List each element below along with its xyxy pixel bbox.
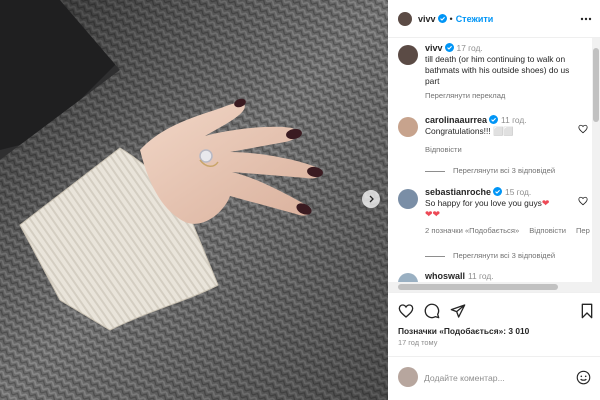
comment-text: Congratulations!!! ⬜⬜ bbox=[425, 126, 514, 136]
verified-badge-icon bbox=[444, 43, 454, 52]
comment-username[interactable]: whoswall bbox=[425, 271, 465, 281]
emoji-icon[interactable] bbox=[576, 370, 591, 385]
caption-text: till death (or him continuing to walk on… bbox=[425, 54, 570, 86]
comment-username[interactable]: sebastianroche bbox=[425, 187, 491, 197]
follow-button[interactable]: Стежити bbox=[456, 14, 494, 24]
caption-time: 17 год. bbox=[456, 43, 483, 53]
heart-emoji-icon: ❤ bbox=[541, 198, 550, 208]
comment-item: whoswall 11 год. bbox=[398, 271, 590, 282]
hearts-emoji-line: ❤❤ bbox=[425, 209, 441, 219]
comment-username[interactable]: carolinaaurrea bbox=[425, 115, 487, 125]
photo-image bbox=[0, 0, 388, 400]
comment-avatar[interactable] bbox=[398, 189, 418, 209]
scrollbar-thumb[interactable] bbox=[593, 48, 599, 122]
bookmark-icon[interactable] bbox=[580, 303, 594, 319]
comment-time: 15 год. bbox=[505, 187, 532, 197]
post-actions: Позначки «Подобається»: 3 010 bbox=[388, 292, 600, 342]
verified-badge-icon bbox=[437, 14, 447, 23]
post-header: vivv • Стежити bbox=[388, 0, 600, 38]
author-avatar[interactable] bbox=[398, 11, 412, 26]
comment-item: sebastianroche 15 год. So happy for you l… bbox=[398, 187, 590, 267]
comment-icon[interactable] bbox=[424, 303, 440, 319]
send-icon[interactable] bbox=[450, 303, 466, 319]
comment-time: 11 год. bbox=[501, 115, 527, 125]
chevron-right-icon bbox=[369, 195, 374, 203]
caption-username[interactable]: vivv bbox=[425, 43, 443, 53]
post-photo bbox=[0, 0, 388, 400]
view-replies-link[interactable]: Переглянути всі 3 відповідей bbox=[425, 166, 555, 175]
add-comment-bar bbox=[388, 356, 600, 400]
comment-avatar[interactable] bbox=[398, 117, 418, 137]
comment-like-heart-icon[interactable] bbox=[578, 124, 588, 134]
current-user-avatar bbox=[398, 367, 418, 387]
translate-link-truncated[interactable]: Пер bbox=[576, 226, 590, 235]
comments-scrollbar[interactable] bbox=[592, 38, 600, 288]
caption-avatar[interactable] bbox=[398, 45, 418, 65]
comment-text: So happy for you love you guys bbox=[425, 198, 542, 208]
comment-input[interactable] bbox=[424, 369, 564, 387]
more-icon[interactable] bbox=[580, 13, 592, 25]
comment-item: carolinaaurrea 11 год. Congratulations!!!… bbox=[398, 115, 590, 185]
comment-likes-count[interactable]: 2 позначки «Подобається» bbox=[425, 226, 519, 235]
separator-dot: • bbox=[449, 13, 453, 24]
comments-horizontal-scrollbar[interactable] bbox=[388, 282, 600, 292]
comments-list: vivv 17 год. till death (or him continuin… bbox=[388, 39, 594, 282]
heart-icon[interactable] bbox=[398, 303, 414, 319]
view-replies-link[interactable]: Переглянути всі 3 відповідей bbox=[425, 251, 555, 260]
reply-link[interactable]: Відповісти bbox=[529, 226, 566, 235]
post-time: 17 год тому bbox=[398, 338, 438, 347]
caption: vivv 17 год. till death (or him continuin… bbox=[398, 43, 590, 103]
verified-badge-icon bbox=[489, 115, 499, 124]
comment-avatar[interactable] bbox=[398, 273, 418, 282]
reply-link[interactable]: Відповісти bbox=[425, 145, 462, 154]
author-username[interactable]: vivv bbox=[418, 14, 436, 24]
scrollbar-thumb[interactable] bbox=[398, 284, 558, 290]
comment-like-heart-icon[interactable] bbox=[578, 196, 588, 206]
likes-count[interactable]: Позначки «Подобається»: 3 010 bbox=[398, 326, 529, 336]
verified-badge-icon bbox=[493, 187, 503, 196]
next-photo-button[interactable] bbox=[362, 190, 380, 208]
translate-link[interactable]: Переглянути переклад bbox=[425, 91, 505, 100]
comment-time: 11 год. bbox=[468, 271, 494, 281]
